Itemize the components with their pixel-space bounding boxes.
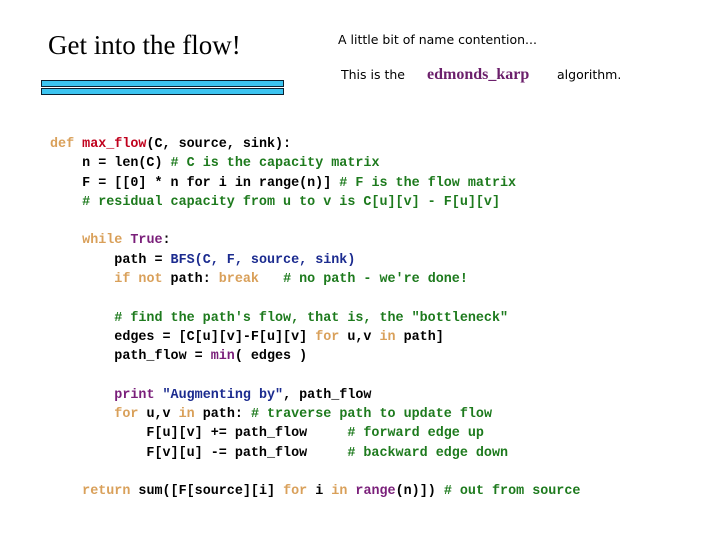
code-token: # backward edge down (347, 445, 509, 461)
code-line: for u,v in path: # traverse path to upda… (50, 405, 580, 424)
code-token: : (162, 233, 171, 249)
code-line: n = len(C) # C is the capacity matrix (50, 154, 580, 173)
code-token: in (379, 329, 404, 345)
code-line: if not path: break # no path - we're don… (50, 270, 580, 289)
code-token: ( edges ) (234, 349, 308, 365)
code-line: F[u][v] += path_flow # forward edge up (50, 424, 580, 443)
code-token: return (82, 484, 139, 500)
code-token: (n)]) (395, 484, 444, 500)
name-contention-note: A little bit of name contention... (338, 32, 537, 47)
code-token: for (283, 484, 316, 500)
algorithm-note-suffix: algorithm. (557, 67, 622, 82)
algorithm-name: edmonds_karp (427, 66, 530, 83)
code-token: F[u][v] += path_flow (50, 426, 348, 442)
code-line: edges = [C[u][v]-F[u][v] for u,v in path… (50, 328, 580, 347)
code-line: def max_flow(C, source, sink): (50, 135, 580, 154)
code-token: def (50, 137, 83, 152)
code-token: BFS(C, F, source, sink) (170, 252, 356, 268)
code-token: u,v (347, 329, 380, 345)
code-token: True (130, 233, 163, 249)
code-line: path = BFS(C, F, source, sink) (50, 251, 580, 270)
code-token: path: (170, 272, 219, 288)
code-token: (C, source, sink): (146, 137, 292, 152)
code-token: "Augmenting by" (162, 387, 284, 403)
code-block: def max_flow(C, source, sink): n = len(C… (50, 135, 580, 502)
code-token: # residual capacity from u to v is C[u][… (50, 194, 500, 210)
code-token: # C is the capacity matrix (170, 156, 380, 172)
code-line: while True: (50, 231, 580, 250)
code-token: for (315, 329, 348, 345)
code-token: i (315, 484, 332, 500)
code-token: # F is the flow matrix (339, 175, 517, 191)
code-line: print "Augmenting by", path_flow (50, 386, 580, 405)
code-line: F = [[0] * n for i in range(n)] # F is t… (50, 174, 580, 193)
code-token: path: (202, 407, 251, 423)
code-token: # out from source (443, 484, 581, 500)
title-underline-bar (41, 88, 284, 95)
code-token: path] (403, 329, 444, 345)
code-line: F[v][u] -= path_flow # backward edge dow… (50, 444, 580, 463)
code-line: # residual capacity from u to v is C[u][… (50, 193, 580, 212)
code-token: # find the path's flow, that is, the "bo… (50, 310, 509, 326)
code-token: # forward edge up (347, 426, 484, 442)
code-line: # find the path's flow, that is, the "bo… (50, 309, 580, 328)
code-token: if not (114, 272, 171, 288)
code-token: path_flow = (50, 349, 211, 365)
code-token: , path_flow (283, 387, 372, 403)
code-token: path = (50, 252, 171, 268)
code-token: F[v][u] -= path_flow (50, 445, 348, 461)
code-token: # no path - we're done! (283, 272, 468, 288)
code-token: in (178, 407, 203, 423)
code-token: in (331, 484, 356, 500)
code-line: return sum([F[source][i] for i in range(… (50, 482, 580, 501)
code-token: n = len(C) (50, 156, 171, 172)
code-token: u,v (146, 407, 179, 423)
algorithm-note-prefix: This is the (341, 67, 405, 82)
code-token: max_flow (82, 137, 147, 152)
code-line: path_flow = min( edges ) (50, 347, 580, 366)
code-token: sum([F[source][i] (138, 484, 284, 500)
code-token: # traverse path to update flow (250, 407, 493, 423)
code-token: while (82, 233, 131, 249)
code-token: range (355, 484, 396, 500)
code-token: edges = [C[u][v]-F[u][v] (50, 329, 316, 345)
code-token: break (218, 272, 259, 288)
title-underline-bar (41, 80, 284, 87)
code-token: F = [[0] * n for i in range(n)] (50, 175, 340, 191)
code-token: for (114, 407, 147, 423)
code-token: print (114, 387, 163, 403)
slide-title: Get into the flow! (48, 30, 241, 60)
code-token: min (210, 349, 235, 365)
